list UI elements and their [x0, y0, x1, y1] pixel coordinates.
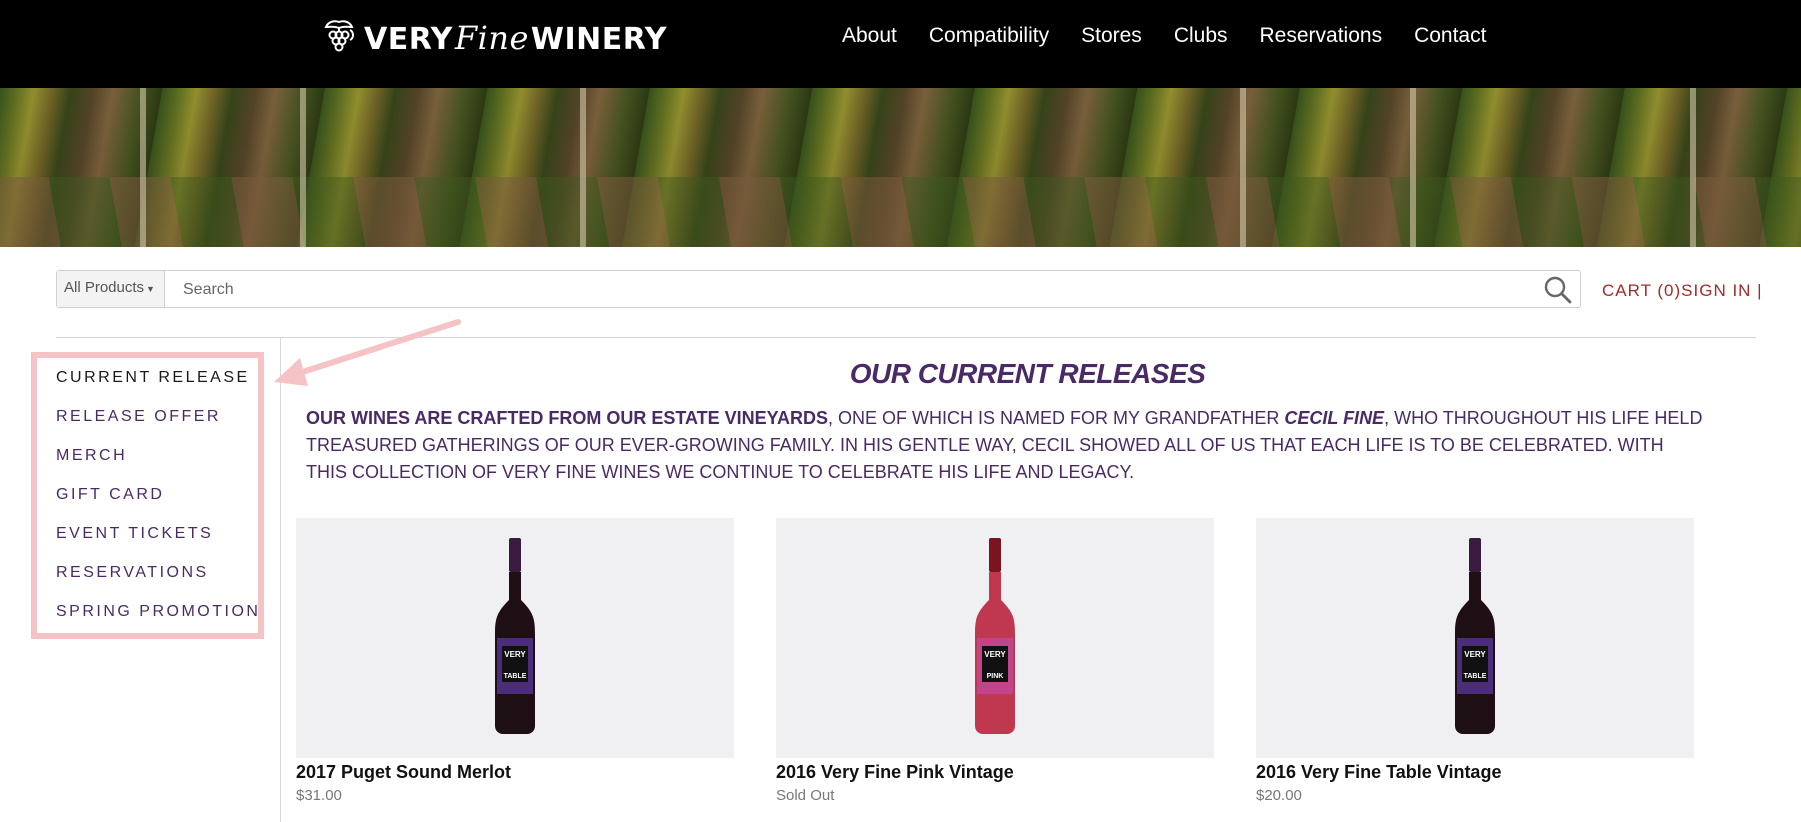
sidebar-item-merch[interactable]: MERCH	[56, 446, 260, 485]
caret-down-icon: ▼	[146, 284, 155, 294]
product-search-bar: All Products ▼	[56, 270, 1581, 309]
grape-vine-icon	[324, 20, 354, 52]
label-top-text: VERY	[984, 650, 1006, 659]
nav-contact[interactable]: Contact	[1414, 24, 1486, 48]
divider-vertical	[280, 337, 281, 822]
bottle-capsule	[509, 538, 521, 572]
product-status: Sold Out	[776, 787, 835, 804]
sidebar-item-current-release[interactable]: CURRENT RELEASE	[56, 368, 260, 407]
bottle-capsule	[1469, 538, 1481, 572]
main-nav: About Compatibility Stores Clubs Reserva…	[842, 24, 1486, 48]
cart-link[interactable]: CART (0)	[1602, 281, 1681, 300]
search-input[interactable]	[175, 271, 1545, 309]
label-bottom-text: PINK	[987, 673, 1004, 680]
site-header: VERYFineWINERY About Compatibility Store…	[0, 0, 1801, 88]
page-title: OUR CURRENT RELEASES	[849, 358, 1206, 389]
brand-name: VERYFineWINERY	[364, 19, 667, 57]
sidebar-item-spring-promotion[interactable]: SPRING PROMOTION	[56, 602, 260, 641]
sidebar-item-gift-card[interactable]: GIFT CARD	[56, 485, 260, 524]
scope-label: All Products	[64, 279, 145, 296]
product-price: $31.00	[296, 787, 342, 804]
intro-text: OUR WINES ARE CRAFTED FROM OUR ESTATE VI…	[306, 405, 1706, 486]
nav-reservations[interactable]: Reservations	[1260, 24, 1383, 48]
bottle-capsule	[989, 538, 1001, 572]
label-bottom-text: TABLE	[504, 673, 527, 680]
label-top-text: VERY	[504, 650, 526, 659]
product-image[interactable]: VERY TABLE	[296, 518, 734, 758]
vine-post	[1240, 88, 1246, 247]
intro-bold-1: OUR WINES ARE CRAFTED FROM OUR ESTATE VI…	[306, 408, 829, 428]
product-name[interactable]: 2016 Very Fine Pink Vintage	[776, 762, 1214, 784]
product-name[interactable]: 2017 Puget Sound Merlot	[296, 762, 734, 784]
label-top-text: VERY	[1464, 650, 1486, 659]
nav-compatibility[interactable]: Compatibility	[929, 24, 1049, 48]
product-image[interactable]: VERY TABLE	[1256, 518, 1694, 758]
brand-part-winery: WINERY	[530, 22, 667, 57]
vine-post	[140, 88, 146, 247]
nav-clubs[interactable]: Clubs	[1174, 24, 1228, 48]
arrow-pointer-icon	[274, 319, 461, 386]
brand-part-very: VERY	[364, 22, 453, 57]
product-name[interactable]: 2016 Very Fine Table Vintage	[1256, 762, 1694, 784]
sign-in-link[interactable]: SIGN IN |	[1681, 281, 1762, 300]
sidebar-item-reservations[interactable]: RESERVATIONS	[56, 563, 260, 602]
wine-bottle-icon: VERY PINK	[975, 538, 1015, 734]
vine-post	[1690, 88, 1696, 247]
product-card[interactable]: VERY TABLE 2016 Very Fine Table Vintage …	[1256, 518, 1694, 804]
nav-about[interactable]: About	[842, 24, 897, 48]
vineyard-hero-image	[0, 88, 1801, 247]
intro-bold-2: CECIL FINE	[1284, 408, 1385, 428]
sidebar-item-event-tickets[interactable]: EVENT TICKETS	[56, 524, 260, 563]
vine-post	[1410, 88, 1416, 247]
product-scope-dropdown[interactable]: All Products ▼	[57, 271, 165, 307]
hero-ground	[0, 177, 1801, 247]
vine-post	[300, 88, 306, 247]
product-grid: VERY TABLE 2017 Puget Sound Merlot $31.0…	[296, 518, 1694, 804]
label-bottom-text: TABLE	[1464, 673, 1487, 680]
account-links: CART (0)SIGN IN |	[1602, 281, 1763, 301]
brand-part-fine: Fine	[454, 19, 529, 57]
wine-bottle-icon: VERY TABLE	[495, 538, 535, 734]
nav-stores[interactable]: Stores	[1081, 24, 1142, 48]
vine-post	[580, 88, 586, 247]
sidebar-item-release-offer[interactable]: RELEASE OFFER	[56, 407, 260, 446]
product-card[interactable]: VERY TABLE 2017 Puget Sound Merlot $31.0…	[296, 518, 734, 804]
intro-part-2: , ONE OF WHICH IS NAMED FOR MY GRANDFATH…	[828, 408, 1285, 428]
product-price: $20.00	[1256, 787, 1302, 804]
product-card[interactable]: VERY PINK 2016 Very Fine Pink Vintage So…	[776, 518, 1214, 804]
search-icon[interactable]	[1543, 275, 1573, 305]
site-logo[interactable]: VERYFineWINERY	[320, 18, 667, 58]
product-image[interactable]: VERY PINK	[776, 518, 1214, 758]
wine-bottle-icon: VERY TABLE	[1455, 538, 1495, 734]
category-sidebar: CURRENT RELEASE RELEASE OFFER MERCH GIFT…	[56, 368, 260, 641]
